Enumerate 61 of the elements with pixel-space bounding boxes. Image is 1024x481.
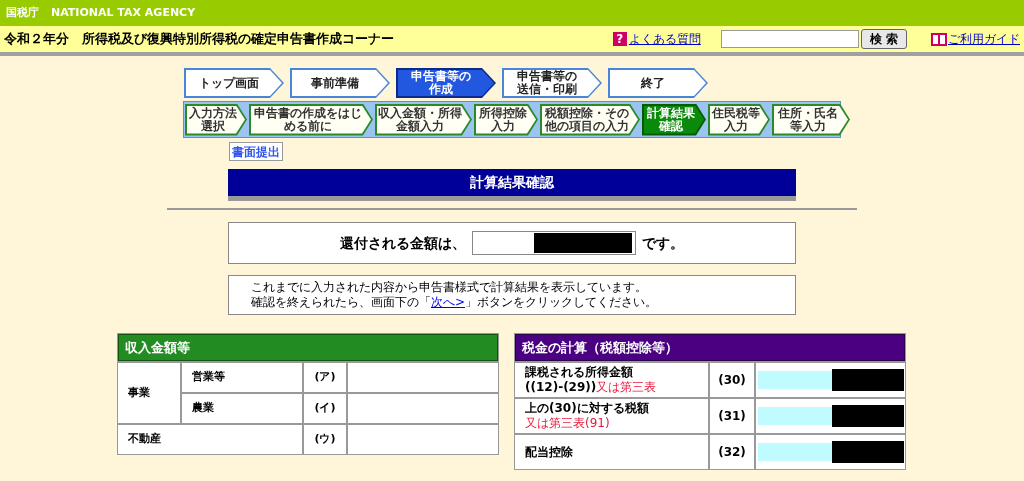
substep-label: 選択 [200, 119, 225, 133]
step-label: トップ画面 [199, 76, 259, 90]
substep-label: 金額入力 [396, 119, 444, 133]
row-label: ((12)-(29)) [525, 380, 597, 395]
table-cell: 不動産 [118, 425, 302, 454]
table-cell: 農業 [182, 394, 302, 423]
substep-label: 確認 [658, 119, 683, 133]
agency-logo: 国税庁 [6, 4, 39, 21]
step-label: 申告書等の [411, 70, 471, 83]
table-cell: (イ) [304, 394, 346, 423]
substep-label: 税額控除・その [544, 106, 629, 120]
table-cell: (31) [710, 399, 754, 433]
table-cell: 営業等 [182, 363, 302, 392]
step-label: 事前準備 [311, 76, 359, 90]
redaction-block [832, 369, 904, 391]
step-label: 終了 [641, 76, 665, 90]
step-label: 送信・印刷 [517, 83, 577, 96]
substep-label: 入力 [490, 119, 515, 133]
table-cell: (32) [710, 435, 754, 469]
paper-submit-button[interactable]: 書面提出 [229, 142, 283, 161]
substep-label: 他の項目の入力 [544, 119, 629, 133]
refund-suffix: です。 [642, 233, 684, 253]
table-cell: (ア) [304, 363, 346, 392]
substep-label: 等入力 [789, 119, 826, 133]
row-label: 配当控除 [525, 444, 573, 460]
substep-label: 入力方法 [188, 106, 237, 120]
table-cell: (ウ) [304, 425, 346, 454]
row-label: 上の(30)に対する税額 [525, 401, 649, 416]
guide-link[interactable]: ご利用ガイド [948, 30, 1020, 48]
notice-text: 」ボタンをクリックしてください。 [465, 295, 658, 310]
agency-name: NATIONAL TAX AGENCY [51, 4, 196, 21]
substep-label: 申告書の作成をはじ [253, 106, 362, 120]
table-header: 収入金額等 [118, 334, 498, 361]
redaction-block [832, 405, 904, 427]
table-cell: 事業 [118, 363, 180, 423]
step-label: 作成 [429, 83, 453, 96]
notice-text: 確認を終えられたら、画面下の「 [251, 295, 431, 310]
step-label: 申告書等の [517, 70, 577, 83]
help-icon: ? [612, 32, 627, 46]
substep-label: 計算結果 [646, 106, 695, 120]
substep-label: 収入金額・所得 [378, 106, 462, 120]
table-header: 税金の計算（税額控除等） [515, 334, 905, 361]
row-label: 課税される所得金額 [525, 365, 633, 380]
page-title: 令和２年分 所得税及び復興特別所得税の確定申告書作成コーナー [4, 30, 394, 49]
notice-text: これまでに入力された内容から申告書様式で計算結果を表示しています。 [251, 280, 648, 295]
substep-label: 所得控除 [478, 106, 527, 120]
refund-label: 還付される金額は、 [340, 233, 466, 253]
search-field[interactable] [720, 30, 859, 48]
substep-label: 住所・氏名 [777, 106, 838, 120]
substep-label: める前に [283, 119, 332, 133]
note-text: 又は第三表 [596, 380, 657, 395]
substep-label: 住民税等 [711, 106, 760, 120]
search-button[interactable]: 検 索 [860, 29, 907, 49]
page-heading: 計算結果確認 [228, 169, 796, 201]
faq-link[interactable]: よくある質問 [628, 30, 701, 48]
table-cell: (30) [710, 363, 754, 397]
next-link[interactable]: 次へ> [431, 295, 466, 310]
note-text: 又は第三表(91) [525, 416, 610, 431]
substep-label: 入力 [723, 119, 748, 133]
book-icon [931, 32, 947, 46]
redaction-block [832, 441, 904, 463]
